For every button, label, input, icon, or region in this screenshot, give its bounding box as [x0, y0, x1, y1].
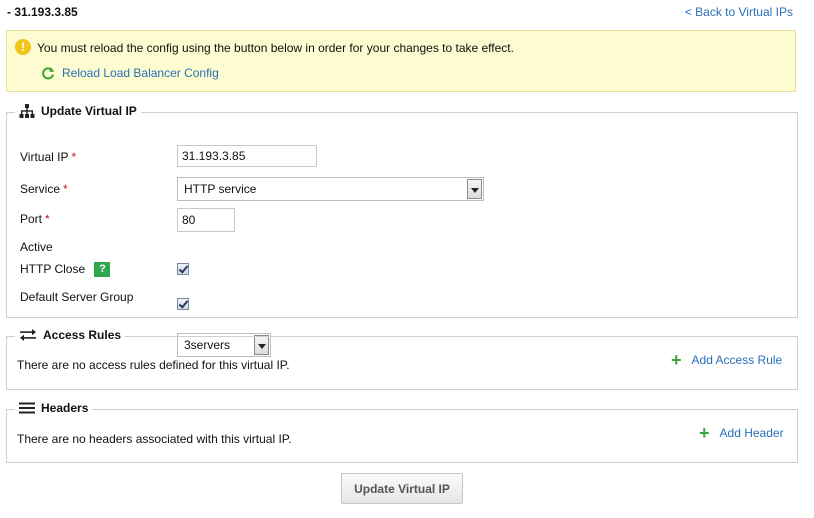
- port-label: Port *: [20, 212, 50, 226]
- access-rules-legend: Access Rules: [15, 328, 126, 342]
- access-rules-title: Access Rules: [43, 328, 122, 342]
- http-close-label: HTTP Close: [20, 262, 86, 276]
- help-icon[interactable]: ?: [94, 262, 111, 278]
- virtual-ip-input[interactable]: [177, 145, 317, 167]
- reload-config-link[interactable]: Reload Load Balancer Config: [41, 66, 219, 80]
- required-marker: *: [71, 150, 77, 164]
- add-access-rule-label: Add Access Rule: [691, 353, 783, 367]
- page-title: - 31.193.3.85: [7, 5, 78, 19]
- back-to-virtual-ips-link[interactable]: < Back to Virtual IPs: [685, 5, 793, 19]
- http-close-label-row: HTTP Close ?: [20, 262, 111, 278]
- network-tree-icon: [19, 104, 35, 118]
- headers-empty-text: There are no headers associated with thi…: [17, 432, 292, 446]
- add-header-link[interactable]: + Add Header: [699, 423, 784, 443]
- notice-message: You must reload the config using the but…: [37, 41, 514, 55]
- headers-section: Headers There are no headers associated …: [6, 401, 798, 463]
- reload-notice: ! You must reload the config using the b…: [6, 30, 796, 92]
- update-virtual-ip-title: Update Virtual IP: [41, 104, 137, 118]
- http-close-checkbox[interactable]: [177, 298, 189, 310]
- update-virtual-ip-section: Update Virtual IP Virtual IP* Service* H…: [6, 104, 798, 357]
- refresh-icon: [42, 67, 55, 80]
- headers-legend: Headers: [15, 401, 93, 415]
- chevron-down-icon[interactable]: [467, 179, 482, 199]
- access-rules-empty-text: There are no access rules defined for th…: [17, 358, 290, 372]
- service-label: Service *: [20, 182, 68, 196]
- active-label: Active: [20, 240, 53, 254]
- virtual-ip-label: Virtual IP *: [20, 150, 77, 164]
- active-checkbox[interactable]: [177, 263, 189, 275]
- access-rules-section: Access Rules There are no access rules d…: [6, 328, 798, 390]
- add-header-label: Add Header: [719, 426, 784, 440]
- swap-arrows-icon: [20, 329, 36, 341]
- default-server-group-label: Default Server Group: [20, 290, 134, 304]
- port-input[interactable]: [177, 208, 235, 232]
- update-virtual-ip-button[interactable]: Update Virtual IP: [341, 473, 463, 504]
- exclamation-icon: !: [15, 39, 31, 55]
- required-marker: *: [63, 182, 68, 196]
- required-marker: *: [45, 212, 50, 226]
- reload-config-label: Reload Load Balancer Config: [62, 66, 219, 80]
- add-access-rule-link[interactable]: + Add Access Rule: [671, 350, 783, 370]
- plus-icon: +: [699, 423, 710, 443]
- service-select[interactable]: HTTP service: [177, 177, 484, 201]
- list-lines-icon: [19, 402, 35, 414]
- update-virtual-ip-legend: Update Virtual IP: [15, 104, 141, 118]
- plus-icon: +: [671, 350, 682, 370]
- headers-title: Headers: [41, 401, 89, 415]
